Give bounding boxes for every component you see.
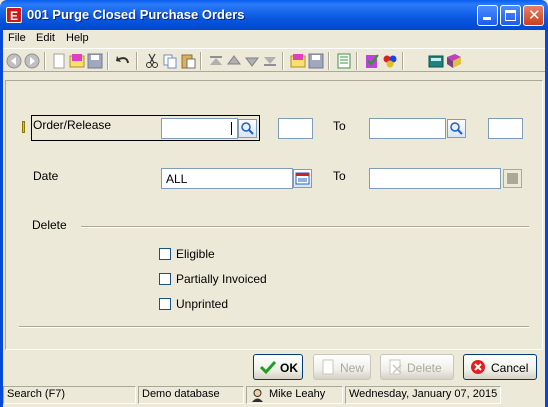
maximize-icon	[505, 10, 516, 21]
save-record-icon[interactable]	[308, 53, 324, 69]
new-doc-icon	[322, 359, 334, 375]
toolbar-separator	[328, 52, 330, 70]
cancel-label: Cancel	[491, 361, 529, 375]
last-icon[interactable]	[262, 53, 278, 69]
copy-icon[interactable]	[162, 53, 178, 69]
new-icon[interactable]	[51, 53, 67, 69]
date-from-calendar-button[interactable]	[293, 169, 312, 188]
eligible-checkbox[interactable]	[159, 248, 171, 260]
menu-help[interactable]: Help	[66, 32, 89, 44]
clear-icon[interactable]	[290, 53, 306, 69]
minimize-button[interactable]	[477, 5, 498, 26]
status-database: Demo database	[138, 386, 244, 404]
close-button[interactable]: ✕	[523, 5, 544, 26]
title-bar[interactable]: E 001 Purge Closed Purchase Orders ✕	[0, 0, 548, 30]
disabled-calendar-icon	[507, 173, 518, 184]
ok-label: OK	[280, 361, 298, 375]
search-icon	[450, 122, 463, 135]
form-panel: Order/Release To Date To Delete Eligible…	[5, 80, 543, 350]
order-from-release-field[interactable]	[278, 118, 313, 139]
toolbar-separator	[200, 52, 202, 70]
next-icon[interactable]	[244, 53, 260, 69]
order-to-label: To	[333, 119, 346, 133]
order-to-input[interactable]	[370, 119, 445, 138]
cancel-x-icon	[471, 360, 485, 374]
order-to-lookup-button[interactable]	[447, 119, 466, 138]
date-to-calendar-button[interactable]	[503, 169, 522, 188]
back-icon[interactable]	[6, 53, 22, 69]
menu-file[interactable]: File	[8, 32, 26, 44]
new-button[interactable]: New	[313, 354, 371, 380]
date-to-label: To	[333, 169, 346, 183]
delete-button[interactable]: Delete	[380, 354, 454, 380]
previous-icon[interactable]	[226, 53, 242, 69]
paste-icon[interactable]	[180, 53, 196, 69]
menu-bar: File Edit Help	[3, 30, 545, 47]
group-divider	[81, 226, 529, 228]
checkmark-icon	[260, 360, 276, 375]
window-title: 001 Purge Closed Purchase Orders	[27, 7, 245, 22]
toolbar-separator	[107, 52, 109, 70]
minimize-icon	[483, 17, 491, 20]
status-user-panel: Mike Leahy	[246, 386, 343, 404]
date-from-input[interactable]	[162, 169, 292, 188]
date-label: Date	[33, 169, 59, 183]
colors-icon[interactable]	[382, 53, 398, 69]
first-icon[interactable]	[208, 53, 224, 69]
partially-invoiced-checkbox[interactable]	[159, 273, 171, 285]
search-icon	[241, 122, 254, 135]
calendar-icon	[295, 172, 310, 185]
partially-invoiced-label: Partially Invoiced	[176, 272, 267, 286]
order-to-release-input[interactable]	[489, 119, 522, 138]
delete-label: Delete	[407, 361, 442, 375]
maximize-button[interactable]	[500, 5, 521, 26]
status-user: Mike Leahy	[269, 388, 326, 400]
new-label: New	[340, 361, 365, 375]
toolbar-separator	[44, 52, 46, 70]
ok-button[interactable]: OK	[253, 354, 303, 380]
unprinted-label: Unprinted	[176, 297, 229, 311]
user-icon	[252, 389, 263, 402]
status-hint: Search (F7)	[3, 386, 136, 404]
toolbar-separator	[402, 52, 404, 70]
save-icon[interactable]	[87, 53, 103, 69]
toolbar	[3, 48, 545, 72]
date-from-field[interactable]	[161, 168, 293, 189]
order-from-input[interactable]	[162, 119, 237, 138]
date-to-field[interactable]	[369, 168, 501, 189]
cut-icon[interactable]	[144, 53, 160, 69]
order-to-release-field[interactable]	[488, 118, 523, 139]
app-icon: E	[6, 7, 22, 23]
forward-icon[interactable]	[24, 53, 40, 69]
delete-doc-icon	[389, 359, 402, 375]
window-frame-left	[0, 30, 3, 407]
delete-group-label: Delete	[32, 218, 67, 232]
close-icon: ✕	[528, 6, 541, 24]
bottom-divider	[19, 326, 529, 328]
size-grip[interactable]	[503, 386, 545, 404]
date-to-input[interactable]	[370, 169, 500, 188]
status-date: Wednesday, January 07, 2015	[345, 386, 501, 404]
unprinted-checkbox[interactable]	[159, 298, 171, 310]
calculator-icon[interactable]	[428, 53, 444, 69]
order-to-field[interactable]	[369, 118, 446, 139]
text-cursor	[231, 122, 232, 135]
menu-edit[interactable]: Edit	[36, 32, 55, 44]
list-icon[interactable]	[336, 53, 352, 69]
order-from-lookup-button[interactable]	[238, 119, 257, 138]
eligible-label: Eligible	[176, 247, 215, 261]
book-icon[interactable]	[446, 53, 462, 69]
order-release-label: Order/Release	[33, 118, 112, 132]
toolbar-separator	[282, 52, 284, 70]
toolbar-separator	[356, 52, 358, 70]
status-bar: Search (F7) Demo database Mike Leahy Wed…	[3, 385, 545, 404]
required-marker	[22, 121, 25, 133]
order-from-release-input[interactable]	[279, 119, 312, 138]
undo-icon[interactable]	[115, 53, 131, 69]
cancel-button[interactable]: Cancel	[463, 354, 537, 380]
checklist-icon[interactable]	[364, 53, 380, 69]
open-icon[interactable]	[69, 53, 85, 69]
order-from-field[interactable]	[161, 118, 238, 139]
toolbar-separator	[136, 52, 138, 70]
